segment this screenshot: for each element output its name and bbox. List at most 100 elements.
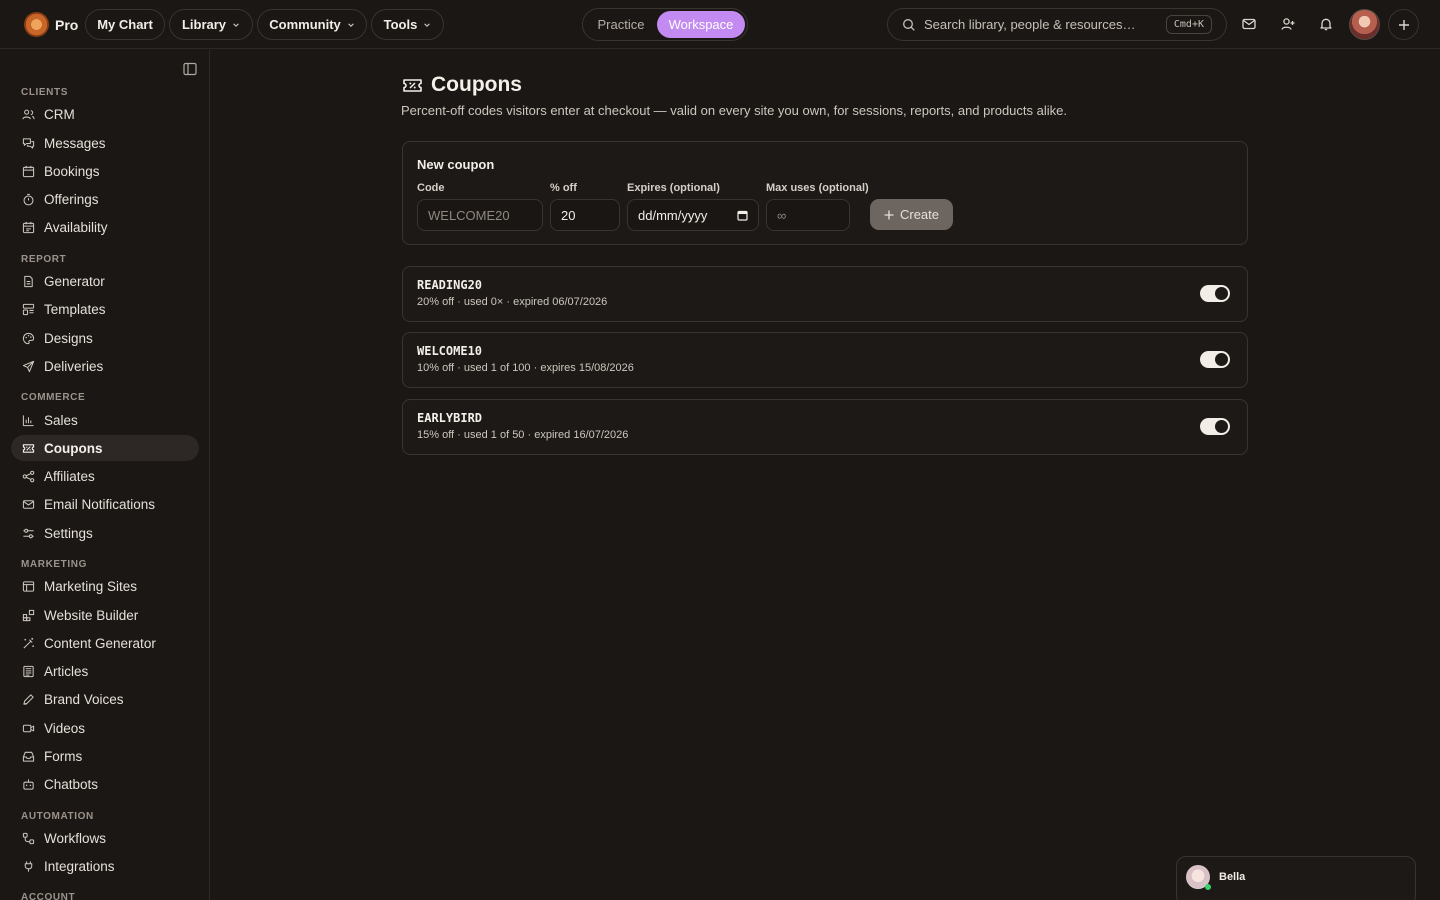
code-input[interactable]: WELCOME20 <box>417 199 543 231</box>
coupon-enabled-toggle[interactable] <box>1200 285 1230 302</box>
coupon-enabled-toggle[interactable] <box>1200 418 1230 435</box>
document-icon <box>24 275 33 287</box>
sidebar-item-templates[interactable]: Templates <box>11 296 199 322</box>
percent-label: % off <box>550 182 577 194</box>
plus-icon <box>884 210 894 219</box>
coupon-code: EARLYBIRD <box>417 411 483 425</box>
chat-contact-name: Bella <box>1219 871 1246 883</box>
toggle-knob <box>1215 287 1228 300</box>
sidebar-item-deliveries[interactable]: Deliveries <box>11 353 199 379</box>
sidebar-item-designs[interactable]: Designs <box>11 325 199 351</box>
ticket-icon <box>22 443 35 453</box>
brand[interactable]: Pro <box>24 12 78 37</box>
sidebar-item-affiliates[interactable]: Affiliates <box>11 463 199 489</box>
mail-icon[interactable] <box>1241 16 1257 32</box>
online-status-dot <box>1205 884 1211 890</box>
sidebar-item-workflows[interactable]: Workflows <box>11 825 199 851</box>
page-description: Percent-off codes visitors enter at chec… <box>401 103 1067 118</box>
ticket-icon <box>403 78 422 92</box>
bell-icon[interactable] <box>1318 16 1334 32</box>
sidebar-item-brand-voices[interactable]: Brand Voices <box>11 686 199 712</box>
mode-workspace[interactable]: Workspace <box>657 11 745 38</box>
sliders-icon <box>23 528 34 538</box>
sidebar-item-content-generator[interactable]: Content Generator <box>11 630 199 656</box>
sidebar-item-label: Deliveries <box>44 358 104 374</box>
coupon-row: WELCOME10 10% off · used 1 of 100 · expi… <box>402 332 1248 388</box>
video-icon <box>22 724 35 732</box>
sidebar-item-marketing-sites[interactable]: Marketing Sites <box>11 573 199 599</box>
sidebar-item-articles[interactable]: Articles <box>11 658 199 684</box>
calendar-icon[interactable] <box>737 210 748 221</box>
brand-name: Pro <box>55 16 79 33</box>
toggle-knob <box>1215 420 1228 433</box>
sidebar-item-label: Affiliates <box>44 468 95 484</box>
sidebar-item-chatbots[interactable]: Chatbots <box>11 771 199 797</box>
bot-icon <box>23 778 34 790</box>
sidebar-collapse-icon[interactable] <box>183 62 197 76</box>
sidebar-item-forms[interactable]: Forms <box>11 743 199 769</box>
sidebar-item-label: Articles <box>44 663 89 679</box>
sidebar-item-email-notifications[interactable]: Email Notifications <box>11 491 199 517</box>
layout-icon <box>22 303 35 315</box>
nav-label: Community <box>269 17 341 32</box>
brand-logo-icon <box>24 12 49 37</box>
add-person-icon[interactable] <box>1280 16 1296 32</box>
sidebar-item-availability[interactable]: Availability <box>11 214 199 240</box>
sidebar-item-label: Offerings <box>44 191 99 207</box>
sidebar-item-integrations[interactable]: Integrations <box>11 853 199 879</box>
sidebar-item-coupons[interactable]: Coupons <box>11 435 199 461</box>
mode-switch: Practice Workspace <box>582 8 748 41</box>
chat-widget[interactable]: Bella <box>1176 856 1416 900</box>
sidebar-item-bookings[interactable]: Bookings <box>11 158 199 184</box>
workflow-icon <box>22 832 35 844</box>
percent-input[interactable]: 20 <box>550 199 620 231</box>
sidebar-item-label: Website Builder <box>44 607 139 623</box>
page-header: Coupons <box>402 73 522 97</box>
sidebar-item-label: Templates <box>44 301 106 317</box>
nav-tools[interactable]: Tools <box>371 9 444 40</box>
sidebar-item-sales[interactable]: Sales <box>11 407 199 433</box>
sidebar-item-settings[interactable]: Settings <box>11 520 199 546</box>
coupon-code: WELCOME10 <box>417 344 483 358</box>
nav-label: Library <box>181 17 227 32</box>
section-label-report: REPORT <box>21 254 67 265</box>
sidebar-item-label: Content Generator <box>44 635 156 651</box>
browser-icon <box>22 580 35 592</box>
section-label-marketing: MARKETING <box>21 559 87 570</box>
sidebar-item-label: Settings <box>44 525 93 541</box>
top-bar: Pro My Chart Library Community Tools Pra… <box>0 0 1440 49</box>
sidebar: CLIENTS CRM Messages Bookings Offerings … <box>0 50 210 900</box>
share-icon <box>22 470 35 482</box>
expires-date-input[interactable]: dd/mm/yyyy <box>627 199 759 231</box>
sidebar-item-crm[interactable]: CRM <box>11 101 199 127</box>
sidebar-item-label: Coupons <box>44 440 103 456</box>
coupon-meta: 20% off · used 0× · expired 06/07/2026 <box>417 296 608 308</box>
sidebar-item-generator[interactable]: Generator <box>11 268 199 294</box>
avatar[interactable] <box>1349 9 1380 40</box>
palette-icon <box>22 332 35 344</box>
sidebar-item-label: Workflows <box>44 830 107 846</box>
mode-practice[interactable]: Practice <box>585 11 657 38</box>
nav-my-chart[interactable]: My Chart <box>85 9 165 40</box>
coupon-meta: 15% off · used 1 of 50 · expired 16/07/2… <box>417 429 629 441</box>
search-bar[interactable]: Search library, people & resources… Cmd+… <box>887 8 1227 41</box>
sidebar-item-label: Bookings <box>44 163 100 179</box>
nav-community[interactable]: Community <box>257 9 367 40</box>
sidebar-item-label: Marketing Sites <box>44 578 138 594</box>
sidebar-item-messages[interactable]: Messages <box>11 130 199 156</box>
plus-icon <box>1398 19 1409 30</box>
max-uses-input[interactable]: ∞ <box>766 199 850 231</box>
plus-button[interactable] <box>1388 9 1419 40</box>
search-input[interactable]: Search library, people & resources… <box>924 17 1135 32</box>
nav-library[interactable]: Library <box>169 9 253 40</box>
sidebar-item-offerings[interactable]: Offerings <box>11 186 199 212</box>
sidebar-item-videos[interactable]: Videos <box>11 715 199 741</box>
calendar-check-icon <box>22 221 35 233</box>
calendar-icon <box>22 165 35 177</box>
users-icon <box>22 109 35 119</box>
section-label-clients: CLIENTS <box>21 87 68 98</box>
coupon-enabled-toggle[interactable] <box>1200 351 1230 368</box>
create-button[interactable]: Create <box>870 199 953 230</box>
date-value: dd/mm/yyyy <box>638 207 708 223</box>
sidebar-item-website-builder[interactable]: Website Builder <box>11 602 199 628</box>
